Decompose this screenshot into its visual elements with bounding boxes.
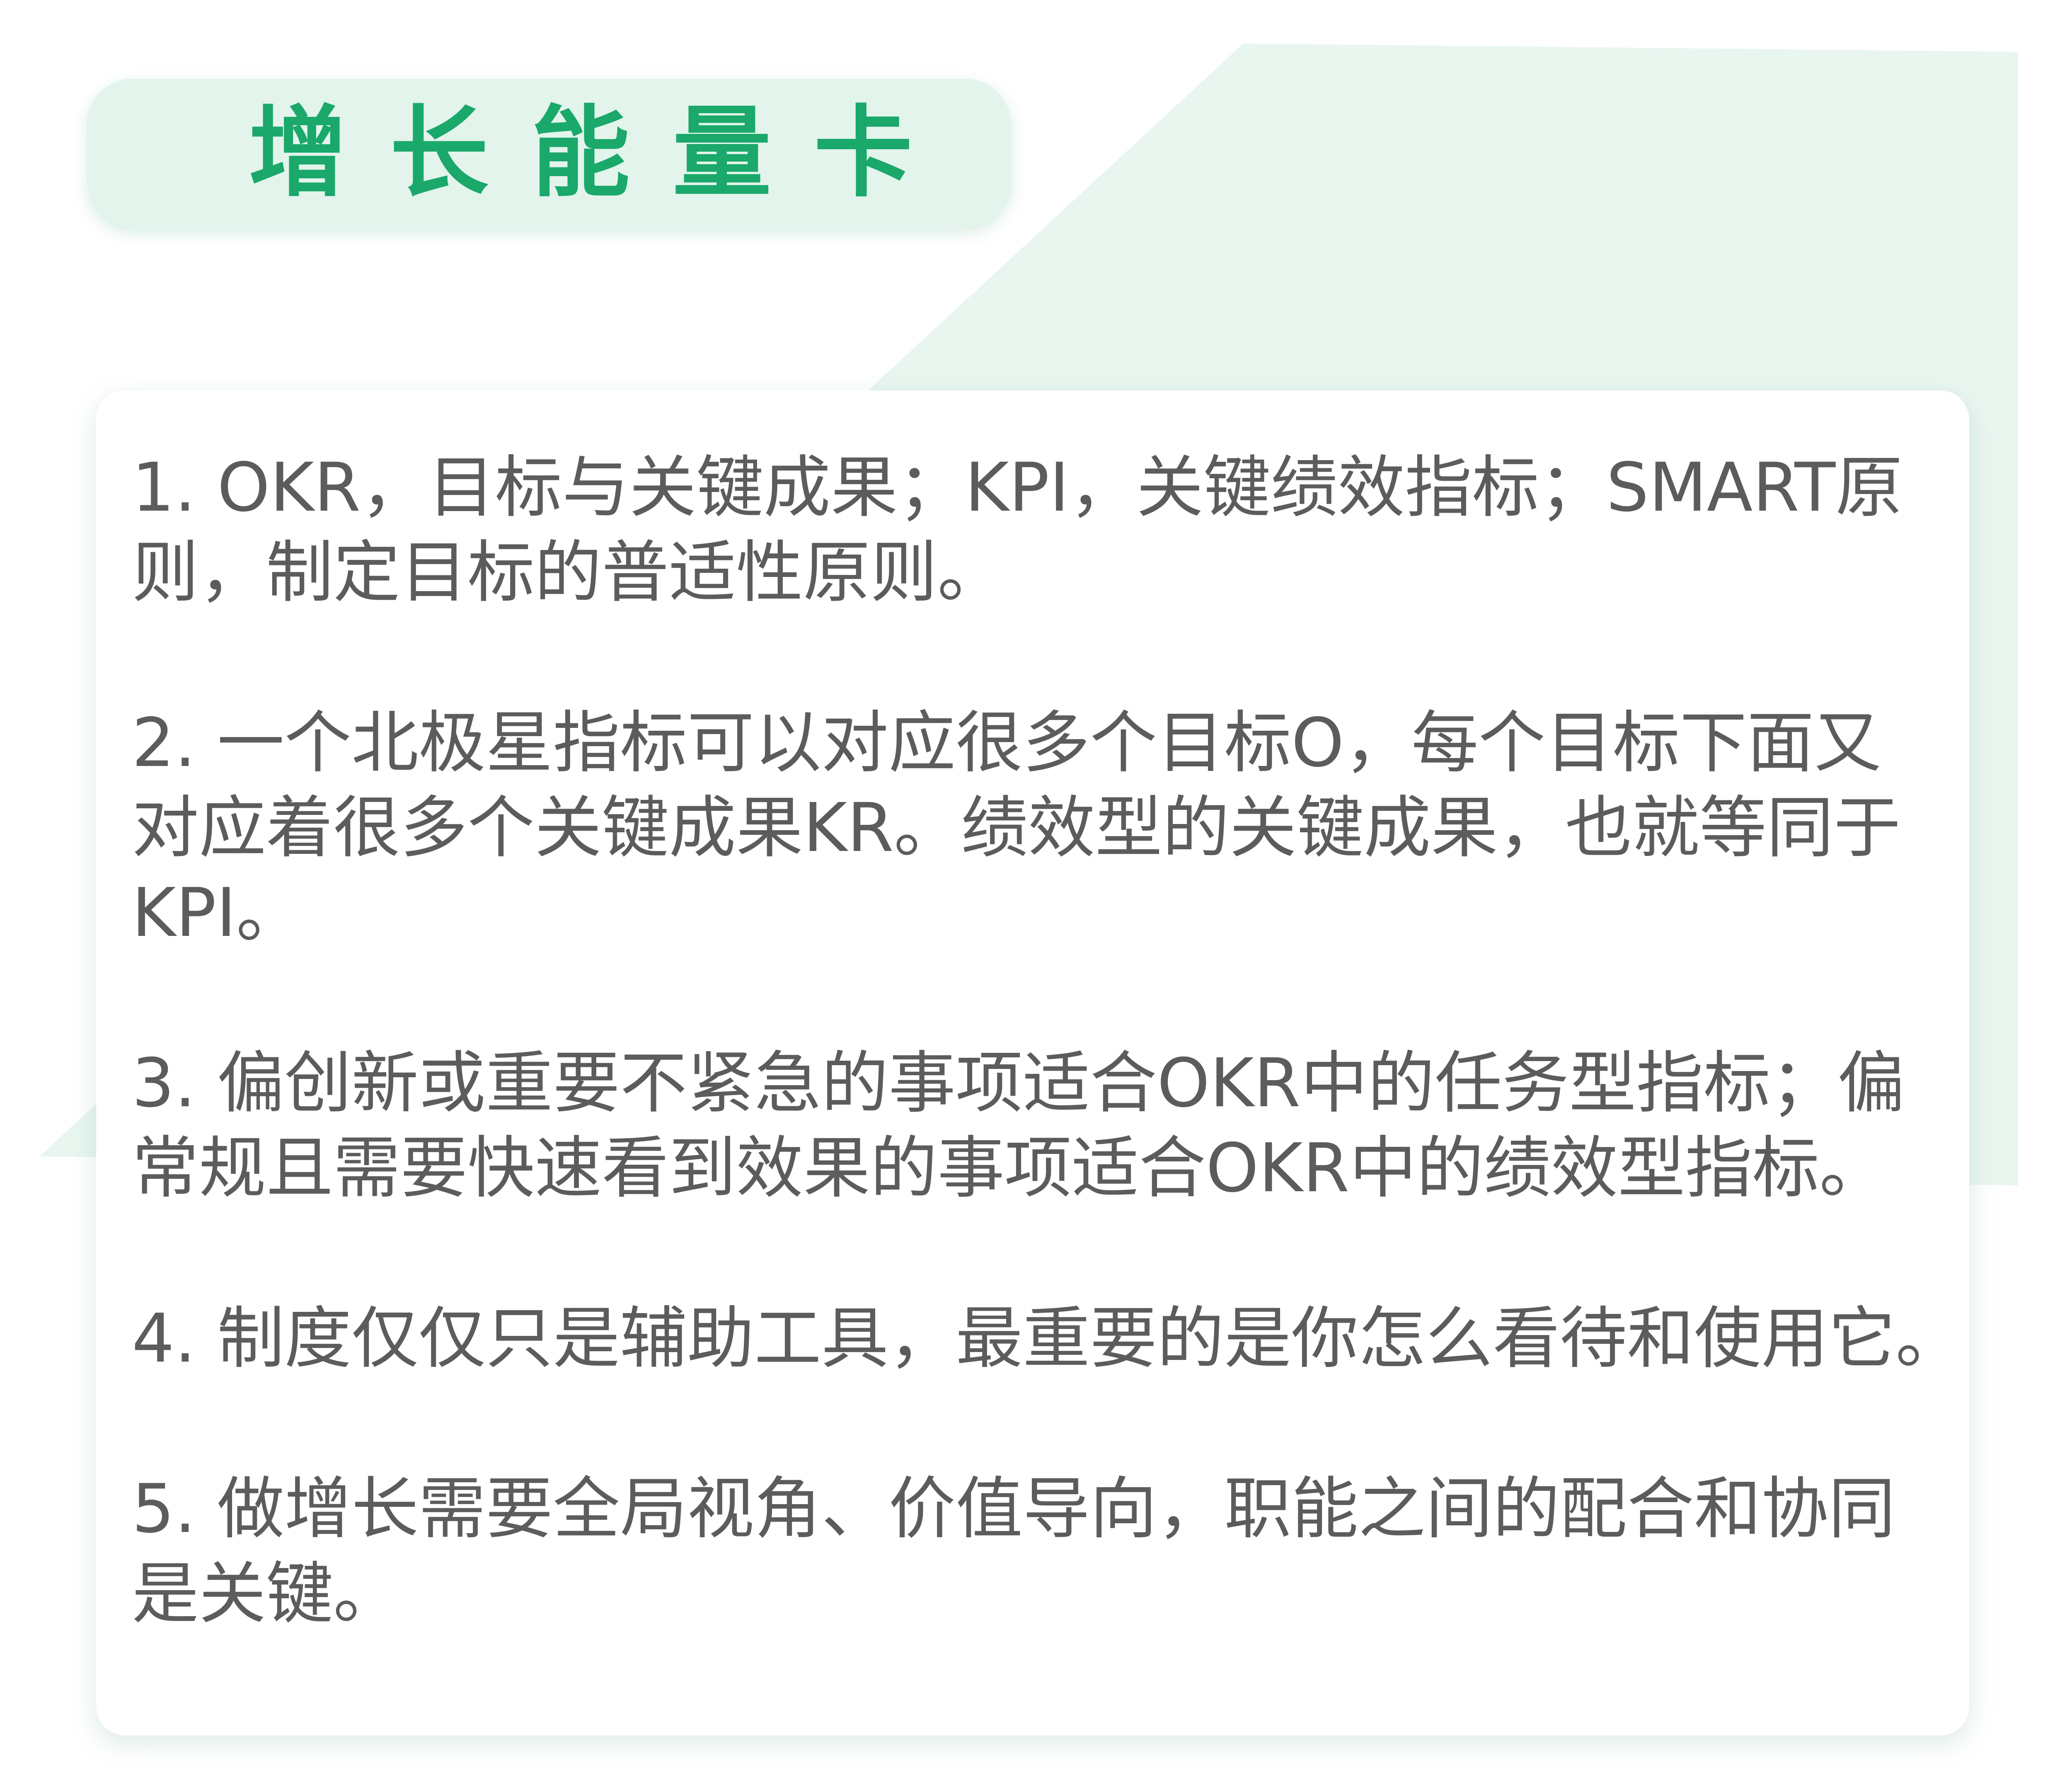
takeaway-item-4: 4. 制度仅仅只是辅助工具，最重要的是你怎么看待和使用它。 (132, 1300, 1963, 1378)
page-title: 增长能量卡 (249, 96, 955, 211)
takeaway-item-2: 2. 一个北极星指标可以对应很多个目标O，每个目标下面又 对应着很多个关键成果K… (132, 704, 1901, 952)
takeaway-item-3: 3. 偏创新或重要不紧急的事项适合OKR中的任务型指标；偏 常规且需要快速看到效… (132, 1045, 1905, 1207)
takeaway-item-1: 1. OKR，目标与关键成果；KPI，关键绩效指标；SMART原 则，制定目标的… (132, 449, 1903, 612)
takeaway-item-5: 5. 做增长需要全局视角、价值导向，职能之间的配合和协同 是关键。 (132, 1470, 1896, 1633)
takeaway-list: 1. OKR，目标与关键成果；KPI，关键绩效指标；SMART原 则，制定目标的… (132, 446, 1968, 1722)
